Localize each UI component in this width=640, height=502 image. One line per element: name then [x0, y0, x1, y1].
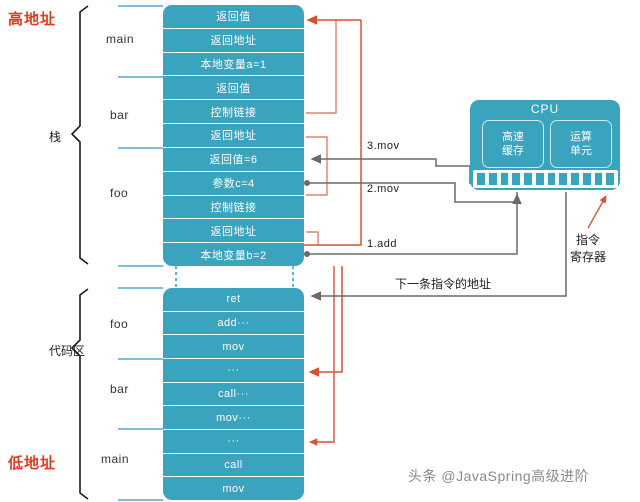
- code-row: mov···: [163, 406, 304, 431]
- cpu-register-slot: [581, 172, 592, 186]
- stack-section-label: 栈: [49, 130, 62, 144]
- stack-row: 返回值: [163, 5, 304, 29]
- code-row: ret: [163, 288, 304, 312]
- stack-row: 控制链接: [163, 100, 304, 125]
- stack-group-bar-label: bar: [110, 108, 129, 122]
- cpu-register-slot: [570, 172, 580, 186]
- step-2-label: 2.mov: [367, 183, 400, 195]
- stack-row: 返回地址: [163, 219, 304, 244]
- code-row: ···: [163, 359, 304, 383]
- next-instruction-address-label: 下一条指令的地址: [395, 277, 492, 291]
- code-row: mov: [163, 335, 304, 360]
- cpu-cache-unit: 高速 缓存: [482, 120, 544, 168]
- cpu-register-slot: [476, 172, 486, 186]
- low-address-label: 低地址: [8, 455, 57, 472]
- cpu-register-bar: [476, 172, 615, 186]
- code-group-main-label: main: [101, 452, 130, 466]
- cpu-alu-line1: 运算: [570, 131, 592, 143]
- stack-row: 本地变量a=1: [163, 53, 304, 77]
- cpu-alu-unit: 运算 单元: [550, 120, 612, 168]
- high-address-label: 高地址: [8, 11, 57, 28]
- diagram-canvas: 返回值 返回地址 本地变量a=1 返回值 控制链接 返回地址 返回值=6 参数c…: [0, 0, 640, 502]
- code-memory-block: ret add··· mov ··· call··· mov··· ··· ca…: [163, 288, 304, 500]
- stack-row: 返回地址: [163, 124, 304, 148]
- code-row: call···: [163, 383, 304, 407]
- cpu-register-slot: [605, 172, 615, 186]
- stack-row: 返回值=6: [163, 148, 304, 172]
- instruction-register-line2: 寄存器: [569, 250, 606, 264]
- cpu-register-slot: [546, 172, 557, 186]
- code-row: call: [163, 454, 304, 478]
- cpu-register-slot: [558, 172, 568, 186]
- step-1-label: 1.add: [367, 238, 398, 250]
- cpu-register-slot: [487, 172, 498, 186]
- stack-row: 控制链接: [163, 196, 304, 220]
- connector-layer: [71, 5, 607, 501]
- cpu-register-slot: [499, 172, 510, 186]
- stack-row: 本地变量b=2: [200, 249, 267, 262]
- step-3-label: 3.mov: [367, 140, 400, 152]
- cpu-register-slot: [534, 172, 545, 186]
- instruction-register-line1: 指令: [575, 233, 600, 247]
- cpu-box: CPU 高速 缓存 运算 单元: [470, 100, 620, 190]
- cpu-alu-line2: 单元: [570, 145, 592, 157]
- stack-row: 参数c=4: [163, 172, 304, 196]
- watermark: 头条 @JavaSpring高级进阶: [408, 468, 590, 484]
- code-row: add···: [163, 312, 304, 336]
- code-group-foo-label: foo: [110, 317, 129, 331]
- code-section-label: 代码区: [49, 344, 86, 358]
- cpu-register-slot: [523, 172, 533, 186]
- cpu-cache-line1: 高速: [502, 131, 524, 143]
- cpu-register-slot: [593, 172, 604, 186]
- code-row: ···: [163, 430, 304, 454]
- instruction-register-label: 指令 寄存器: [565, 232, 611, 266]
- stack-row: 返回地址: [163, 29, 304, 53]
- stack-memory-block: 返回值 返回地址 本地变量a=1 返回值 控制链接 返回地址 返回值=6 参数c…: [163, 5, 304, 266]
- cpu-cache-line2: 缓存: [502, 145, 524, 157]
- stack-group-main-label: main: [106, 32, 135, 46]
- stack-group-foo-label: foo: [110, 186, 129, 200]
- cpu-title: CPU: [530, 102, 560, 116]
- code-row: mov: [222, 482, 245, 495]
- code-group-bar-label: bar: [110, 382, 129, 396]
- cpu-register-slot: [511, 172, 521, 186]
- stack-row: 返回值: [163, 76, 304, 101]
